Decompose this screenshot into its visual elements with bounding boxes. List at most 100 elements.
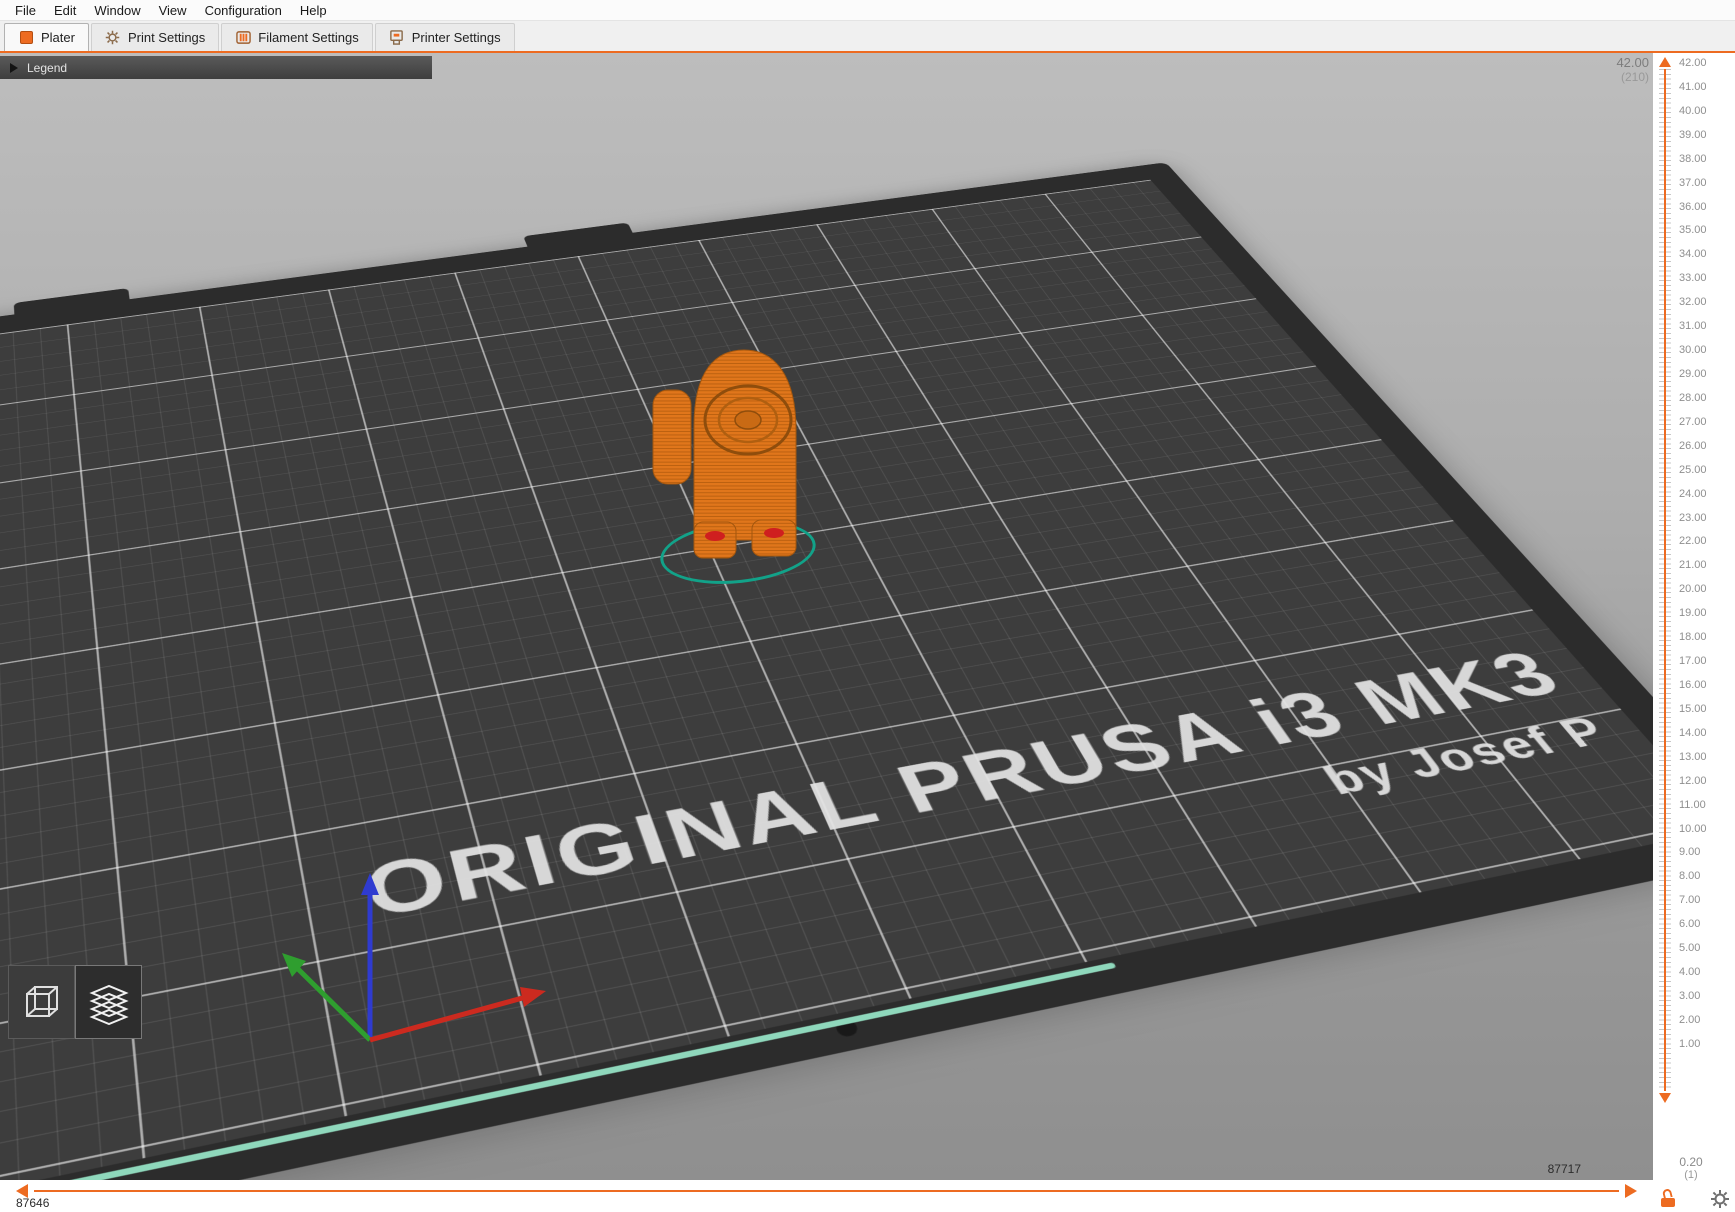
layer-tick-label: 16.00 [1679,680,1733,691]
layer-tick-label: 41.00 [1679,82,1733,93]
lock-icon[interactable] [1661,1190,1676,1207]
layer-tick-label: 1.00 [1679,1039,1733,1050]
layer-tick-label: 27.00 [1679,417,1733,428]
layer-tick-labels: 42.00 41.00 40.00 39.00 38.00 37.00 36.0… [1679,58,1733,1050]
move-slider-right-arrow[interactable] [1625,1184,1637,1198]
layer-tick-label: 22.00 [1679,536,1733,547]
view-mode-toggle [8,965,142,1039]
layer-tick-label: 24.00 [1679,489,1733,500]
layer-tick-label: 32.00 [1679,297,1733,308]
bottom-layer-height: 0.20 [1653,1155,1729,1169]
layer-tick-label: 35.00 [1679,225,1733,236]
layer-tick-label: 34.00 [1679,249,1733,260]
cube-icon [20,980,64,1024]
tab-printer-settings[interactable]: Printer Settings [375,23,515,51]
x-axis-arrow [520,987,546,1007]
top-layer-number: (210) [1616,70,1649,84]
layer-tick-label: 14.00 [1679,728,1733,739]
bed-mount-tab [14,288,130,316]
tab-label: Print Settings [128,30,205,45]
menu-item[interactable]: File [6,0,45,21]
layer-slider-down-arrow[interactable] [1659,1093,1671,1103]
top-layer-height: 42.00 [1616,55,1649,70]
layer-tick-label: 15.00 [1679,704,1733,715]
layer-tick-label: 7.00 [1679,895,1733,906]
gear-icon[interactable] [1710,1189,1730,1209]
legend-label: Legend [27,61,67,75]
layer-tick-label: 33.00 [1679,273,1733,284]
tab-filament-settings[interactable]: Filament Settings [221,23,372,51]
layer-slider-up-arrow[interactable] [1659,57,1671,67]
plater-icon [18,30,34,46]
tab-label: Filament Settings [258,30,358,45]
layer-tick-label: 18.00 [1679,632,1733,643]
layer-tick-label: 28.00 [1679,393,1733,404]
layer-tick-label: 8.00 [1679,871,1733,882]
layer-tick-label: 9.00 [1679,847,1733,858]
menu-item[interactable]: Edit [45,0,85,21]
layer-tick-label: 19.00 [1679,608,1733,619]
layer-tick-label: 13.00 [1679,752,1733,763]
bed-mount-tab [523,223,633,249]
z-axis-arrow [361,873,379,895]
view-layers-button[interactable] [75,965,142,1039]
legend-expander[interactable]: Legend [0,56,432,79]
layer-tick-label: 2.00 [1679,1015,1733,1026]
layer-slider-bottom-value: 0.20 (1) [1653,1155,1729,1181]
layer-tick-label: 40.00 [1679,106,1733,117]
gear-icon [105,30,121,46]
layer-tick-label: 20.00 [1679,584,1733,595]
move-slider-panel: 87717 87646 [0,1180,1653,1212]
layer-tick-label: 10.00 [1679,824,1733,835]
model-object[interactable] [648,330,813,565]
layer-tick-label: 26.00 [1679,441,1733,452]
move-slider-track[interactable] [34,1190,1619,1192]
layer-tick-label: 25.00 [1679,465,1733,476]
layer-tick-label: 4.00 [1679,967,1733,978]
menu-item[interactable]: View [150,0,196,21]
layer-tick-label: 29.00 [1679,369,1733,380]
view-3d-button[interactable] [8,965,75,1039]
slicer-window: File Edit Window View Configuration Help… [0,0,1735,1212]
layer-slider-track[interactable] [1659,69,1671,1091]
layer-tick-label: 42.00 [1679,58,1733,69]
layer-tick-label: 39.00 [1679,130,1733,141]
printer-icon [389,30,405,46]
menu-item[interactable]: Help [291,0,336,21]
chevron-right-icon [10,63,18,73]
tab-label: Plater [41,30,75,45]
bed-frame: ORIGINAL PRUSA i3 MK3 by Josef P [0,162,1653,1180]
layer-tick-label: 12.00 [1679,776,1733,787]
move-slider-max-label: 87717 [1548,1162,1581,1176]
move-slider-min-label: 87646 [16,1196,49,1210]
layer-tick-label: 23.00 [1679,513,1733,524]
layer-slider-range [1664,69,1666,1091]
menu-item[interactable]: Window [85,0,149,21]
menu-item[interactable]: Configuration [196,0,291,21]
viewport-3d[interactable]: Legend ORIGINAL PRUSA i3 MK3 by Josef P [0,53,1653,1180]
layer-tick-label: 38.00 [1679,154,1733,165]
menu-bar: File Edit Window View Configuration Help [0,0,1735,21]
layer-tick-label: 11.00 [1679,800,1733,811]
layer-tick-label: 36.00 [1679,202,1733,213]
axes-gizmo [258,865,558,1055]
tab-label: Printer Settings [412,30,501,45]
layer-tick-label: 37.00 [1679,178,1733,189]
layer-tick-label: 3.00 [1679,991,1733,1002]
layer-slider-panel: 42.00 41.00 40.00 39.00 38.00 37.00 36.0… [1653,53,1735,1212]
tab-plater[interactable]: Plater [4,23,89,51]
layer-tick-label: 21.00 [1679,560,1733,571]
layer-tick-label: 17.00 [1679,656,1733,667]
print-bed: ORIGINAL PRUSA i3 MK3 by Josef P [0,162,1653,1180]
tab-bar: Plater Print Settings Filament Settings … [0,21,1735,53]
layer-tick-label: 30.00 [1679,345,1733,356]
layer-tick-label: 5.00 [1679,943,1733,954]
slider-controls [1653,1187,1735,1209]
layer-tick-label: 31.00 [1679,321,1733,332]
tab-print-settings[interactable]: Print Settings [91,23,219,51]
bottom-layer-number: (1) [1653,1169,1729,1181]
layers-icon [86,979,132,1025]
layer-slider-top-value: 42.00 (210) [1616,55,1649,84]
layer-tick-label: 6.00 [1679,919,1733,930]
filament-icon [235,30,251,46]
